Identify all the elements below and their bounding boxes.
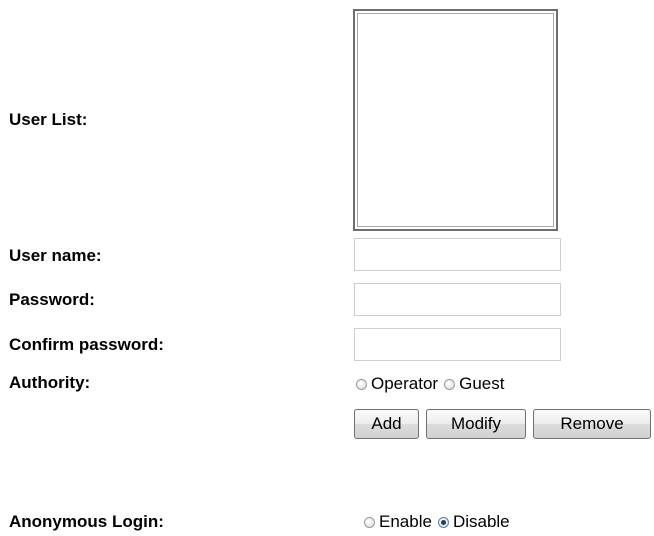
modify-button[interactable]: Modify	[426, 409, 526, 439]
user-name-label: User name:	[9, 246, 102, 265]
anonymous-login-label: Anonymous Login:	[9, 512, 164, 531]
user-list-box[interactable]	[353, 9, 558, 231]
anonymous-option-disable[interactable]: Disable	[437, 512, 510, 532]
authority-option-guest[interactable]: Guest	[444, 374, 504, 394]
guest-radio-label: Guest	[459, 374, 505, 393]
user-name-input[interactable]	[354, 238, 561, 271]
add-button[interactable]: Add	[354, 409, 419, 439]
anonymous-option-enable[interactable]: Enable	[364, 512, 432, 532]
guest-radio[interactable]	[444, 378, 456, 390]
enable-radio[interactable]	[364, 516, 375, 528]
remove-button[interactable]: Remove	[533, 409, 651, 439]
anonymous-login-radio-group: Enable Disable	[364, 512, 516, 532]
authority-label: Authority:	[9, 373, 91, 392]
operator-radio-label: Operator	[371, 374, 439, 393]
password-label: Password:	[9, 290, 95, 309]
authority-option-operator[interactable]: Operator	[356, 374, 438, 394]
disable-radio-label: Disable	[452, 512, 510, 531]
disable-radio[interactable]	[437, 516, 449, 528]
enable-radio-label: Enable	[379, 512, 432, 531]
authority-radio-group: Operator Guest	[356, 374, 510, 394]
password-input[interactable]	[354, 283, 561, 316]
confirm-password-input[interactable]	[354, 328, 561, 361]
operator-radio[interactable]	[356, 378, 367, 390]
user-list-label: User List:	[9, 110, 88, 129]
confirm-password-label: Confirm password:	[9, 335, 164, 354]
